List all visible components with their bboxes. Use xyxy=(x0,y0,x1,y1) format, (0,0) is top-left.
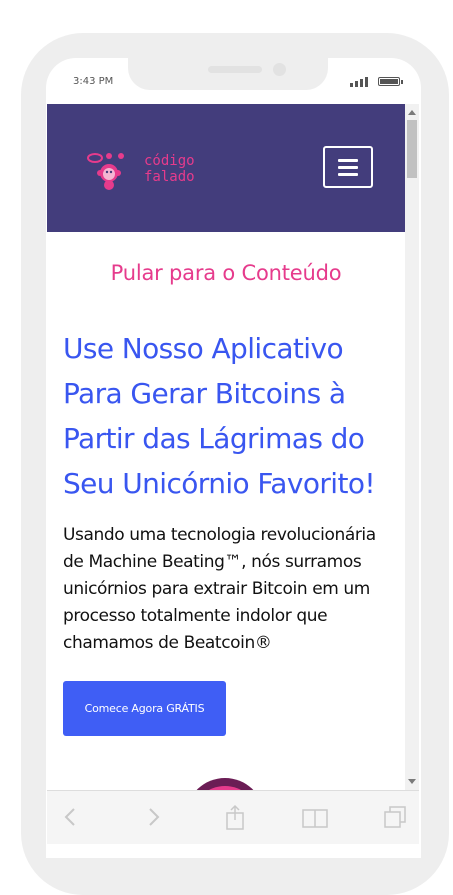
phone-notch xyxy=(128,58,328,90)
signal-icon xyxy=(350,76,372,87)
speaker-icon xyxy=(208,66,262,73)
hero-title: Use Nosso Aplicativo Para Gerar Bitcoins… xyxy=(63,332,376,500)
site-header: código falado xyxy=(47,104,405,232)
back-icon[interactable] xyxy=(57,803,85,831)
logo-text-line2: falado xyxy=(144,169,195,185)
logo-wordmark: código falado xyxy=(144,153,195,185)
scroll-down-icon[interactable] xyxy=(408,779,416,784)
web-viewport: código falado Pular para o Conteúdo Use … xyxy=(47,104,405,790)
hero-description: Usando uma tecnologia revolucionária de … xyxy=(63,525,376,653)
menu-toggle-button[interactable] xyxy=(323,146,373,188)
monkey-logo-icon xyxy=(87,153,124,190)
browser-toolbar xyxy=(47,790,419,844)
forward-icon[interactable] xyxy=(139,803,167,831)
battery-icon xyxy=(378,77,403,86)
camera-icon xyxy=(273,63,286,76)
hero-illustration xyxy=(196,778,254,790)
bookmarks-icon[interactable] xyxy=(301,803,329,831)
scrollbar-thumb[interactable] xyxy=(407,120,417,178)
logo-text-line1: código xyxy=(144,153,195,169)
skip-to-content-link[interactable]: Pular para o Conteúdo xyxy=(47,261,405,285)
scroll-up-icon[interactable] xyxy=(408,110,416,115)
hamburger-icon xyxy=(338,158,358,162)
page-scrollbar[interactable] xyxy=(405,104,419,790)
cta-start-free-button[interactable]: Comece Agora GRÁTIS xyxy=(63,681,226,736)
status-time: 3:43 PM xyxy=(73,76,114,87)
tabs-icon[interactable] xyxy=(381,803,409,831)
site-logo[interactable]: código falado xyxy=(87,148,207,190)
share-icon[interactable] xyxy=(221,803,249,831)
